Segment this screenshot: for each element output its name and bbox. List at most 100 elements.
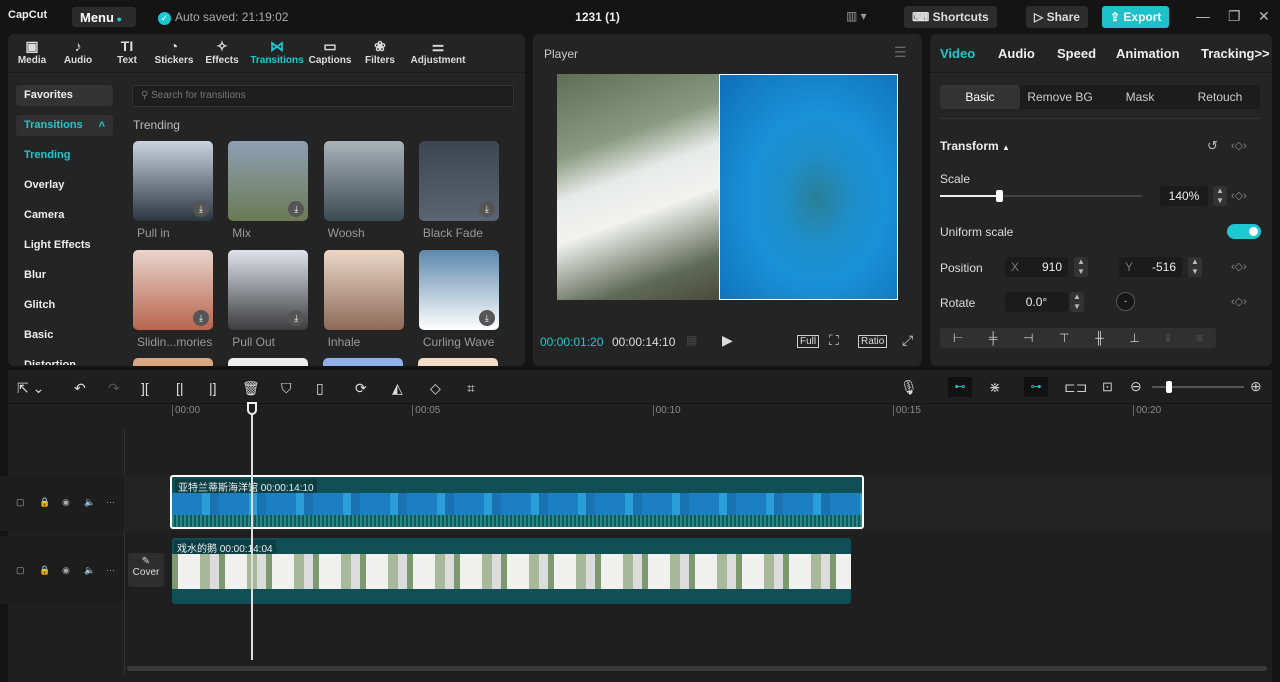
- sidebar-item-basic[interactable]: Basic: [16, 325, 113, 346]
- tab-tracking[interactable]: Tracking>>: [1201, 46, 1270, 61]
- tab-animation[interactable]: Animation: [1116, 46, 1180, 61]
- scale-stepper[interactable]: ▲ ▼: [1213, 186, 1227, 206]
- subtab-basic[interactable]: Basic: [940, 85, 1020, 109]
- download-icon[interactable]: ⤓: [193, 201, 209, 217]
- position-x-stepper[interactable]: ▲ ▼: [1074, 257, 1088, 277]
- shortcuts-button[interactable]: ⌨ Shortcuts: [904, 6, 997, 28]
- playhead[interactable]: [247, 402, 257, 660]
- export-button[interactable]: ⇪ Export: [1102, 6, 1170, 28]
- sidebar-favorites[interactable]: Favorites: [16, 85, 113, 106]
- search-input[interactable]: ⚲ Search for transitions: [132, 85, 514, 107]
- sidebar-item-glitch[interactable]: Glitch: [16, 295, 113, 316]
- keyframe-icon[interactable]: ‹◇›: [1231, 295, 1247, 308]
- subtab-remove-bg[interactable]: Remove BG: [1020, 85, 1100, 109]
- video-track-icon[interactable]: ▢: [16, 497, 25, 508]
- tab-stickers[interactable]: ◔ Stickers: [150, 38, 198, 66]
- reverse-icon[interactable]: ⟳: [355, 380, 367, 397]
- reset-icon[interactable]: ↺: [1207, 138, 1218, 154]
- tab-adjustment[interactable]: ⚌ Adjustment: [409, 38, 467, 66]
- freeze-icon[interactable]: ▯: [316, 380, 324, 397]
- subtab-mask[interactable]: Mask: [1100, 85, 1180, 109]
- tab-speed[interactable]: Speed: [1057, 46, 1096, 61]
- sidebar-item-overlay[interactable]: Overlay: [16, 175, 113, 196]
- close-icon[interactable]: ✕: [1258, 8, 1270, 25]
- linkage-icon[interactable]: ⊶: [1024, 377, 1048, 397]
- more-icon[interactable]: ···: [106, 565, 115, 575]
- transition-thumbnail[interactable]: [323, 250, 404, 330]
- share-button[interactable]: ▷ Share: [1026, 6, 1088, 28]
- keyframe-icon[interactable]: ‹◇›: [1231, 139, 1247, 152]
- split-icon[interactable]: ][: [141, 380, 149, 396]
- menu-button[interactable]: Menu ● ⌄: [72, 7, 136, 39]
- align-left-icon[interactable]: ⊢: [953, 328, 963, 348]
- position-y-stepper[interactable]: ▲ ▼: [1188, 257, 1202, 277]
- position-y-input[interactable]: Y -516: [1119, 257, 1182, 277]
- uniform-scale-toggle[interactable]: [1227, 224, 1261, 239]
- zoom-in-icon[interactable]: ⊕: [1250, 378, 1262, 395]
- tab-transitions[interactable]: ⋈ Transitions: [246, 38, 308, 66]
- sidebar-item-distortion[interactable]: Distortion: [16, 355, 113, 365]
- timeline-zoom-slider[interactable]: [1152, 381, 1244, 393]
- distribute-v-icon[interactable]: ≡: [1196, 328, 1203, 348]
- select-tool-icon[interactable]: ⇱ ⌄: [17, 380, 44, 397]
- download-icon[interactable]: ⤓: [288, 201, 305, 217]
- tab-audio[interactable]: ♪ Audio: [54, 38, 102, 66]
- download-icon[interactable]: ⤓: [288, 310, 305, 326]
- transition-thumbnail[interactable]: [323, 141, 404, 221]
- minimize-icon[interactable]: —: [1196, 8, 1210, 24]
- preview-axis-icon[interactable]: ⊡: [1102, 379, 1113, 395]
- eye-icon[interactable]: ◉: [62, 565, 70, 576]
- play-button[interactable]: ▶: [722, 332, 733, 349]
- marker-icon[interactable]: ⛉: [281, 380, 292, 397]
- align-middle-icon[interactable]: ╫: [1095, 328, 1104, 348]
- transition-thumbnail[interactable]: ⤓: [228, 250, 309, 330]
- transition-thumbnail[interactable]: ⤓: [228, 141, 309, 221]
- more-icon[interactable]: ···: [106, 497, 115, 507]
- split-right-icon[interactable]: |]: [209, 380, 217, 396]
- speaker-icon[interactable]: 🔈: [84, 497, 95, 508]
- tab-captions[interactable]: ▭ Captions: [306, 38, 354, 66]
- transform-heading[interactable]: Transform ▲: [940, 139, 1010, 153]
- download-icon[interactable]: ⤓: [193, 310, 209, 326]
- lock-icon[interactable]: 🔒: [39, 565, 50, 576]
- tab-filters[interactable]: ❀ Filters: [356, 38, 404, 66]
- transition-thumbnail[interactable]: ⤓: [133, 250, 213, 330]
- transition-thumbnail[interactable]: ⤓: [133, 141, 213, 221]
- ratio-button[interactable]: Ratio: [858, 335, 888, 348]
- player-menu-icon[interactable]: ☰: [894, 44, 907, 61]
- cover-button[interactable]: ✎ Cover: [128, 553, 164, 587]
- download-icon[interactable]: ⤓: [478, 310, 495, 326]
- zoom-out-icon[interactable]: ⊖: [1130, 378, 1142, 395]
- keyframe-icon[interactable]: ‹◇›: [1231, 260, 1247, 273]
- transition-thumbnail[interactable]: ⤓: [418, 250, 499, 330]
- maximize-icon[interactable]: ❐: [1228, 8, 1241, 25]
- tab-text[interactable]: TI Text: [103, 38, 151, 66]
- rotate-dial[interactable]: -: [1116, 292, 1135, 311]
- sidebar-transitions[interactable]: Transitions ˄: [16, 115, 113, 136]
- sidebar-item-trending[interactable]: Trending: [16, 145, 113, 166]
- rotate-icon[interactable]: ◇: [430, 380, 441, 397]
- scale-input[interactable]: 140%: [1160, 186, 1208, 206]
- scale-slider-handle[interactable]: [995, 190, 1003, 202]
- keyframe-icon[interactable]: ‹◇›: [1231, 189, 1247, 202]
- subtab-retouch[interactable]: Retouch: [1180, 85, 1260, 109]
- tab-audio[interactable]: Audio: [998, 46, 1035, 61]
- sidebar-item-blur[interactable]: Blur: [16, 265, 113, 286]
- stingray-video-frame[interactable]: [719, 74, 898, 300]
- align-top-icon[interactable]: ⊤: [1059, 328, 1069, 348]
- rotate-input[interactable]: 0.0°: [1005, 292, 1068, 312]
- align-right-icon[interactable]: ⊣: [1023, 328, 1033, 348]
- full-button[interactable]: Full: [797, 335, 820, 348]
- crop-icon[interactable]: ⌗: [467, 380, 475, 397]
- delete-icon[interactable]: 🗑: [242, 380, 260, 397]
- transition-thumbnail[interactable]: ⤓: [418, 141, 499, 221]
- speaker-icon[interactable]: 🔈: [84, 565, 95, 576]
- sidebar-item-light-effects[interactable]: Light Effects: [16, 235, 113, 256]
- align-center-h-icon[interactable]: ╪: [989, 328, 998, 348]
- redo-icon[interactable]: ↷: [108, 380, 120, 397]
- mirror-icon[interactable]: ◭: [392, 380, 403, 397]
- rotate-stepper[interactable]: ▲ ▼: [1070, 292, 1084, 312]
- tab-media[interactable]: ▣ Media: [8, 38, 56, 66]
- align-bottom-icon[interactable]: ⊥: [1129, 328, 1139, 348]
- position-x-input[interactable]: X 910: [1005, 257, 1068, 277]
